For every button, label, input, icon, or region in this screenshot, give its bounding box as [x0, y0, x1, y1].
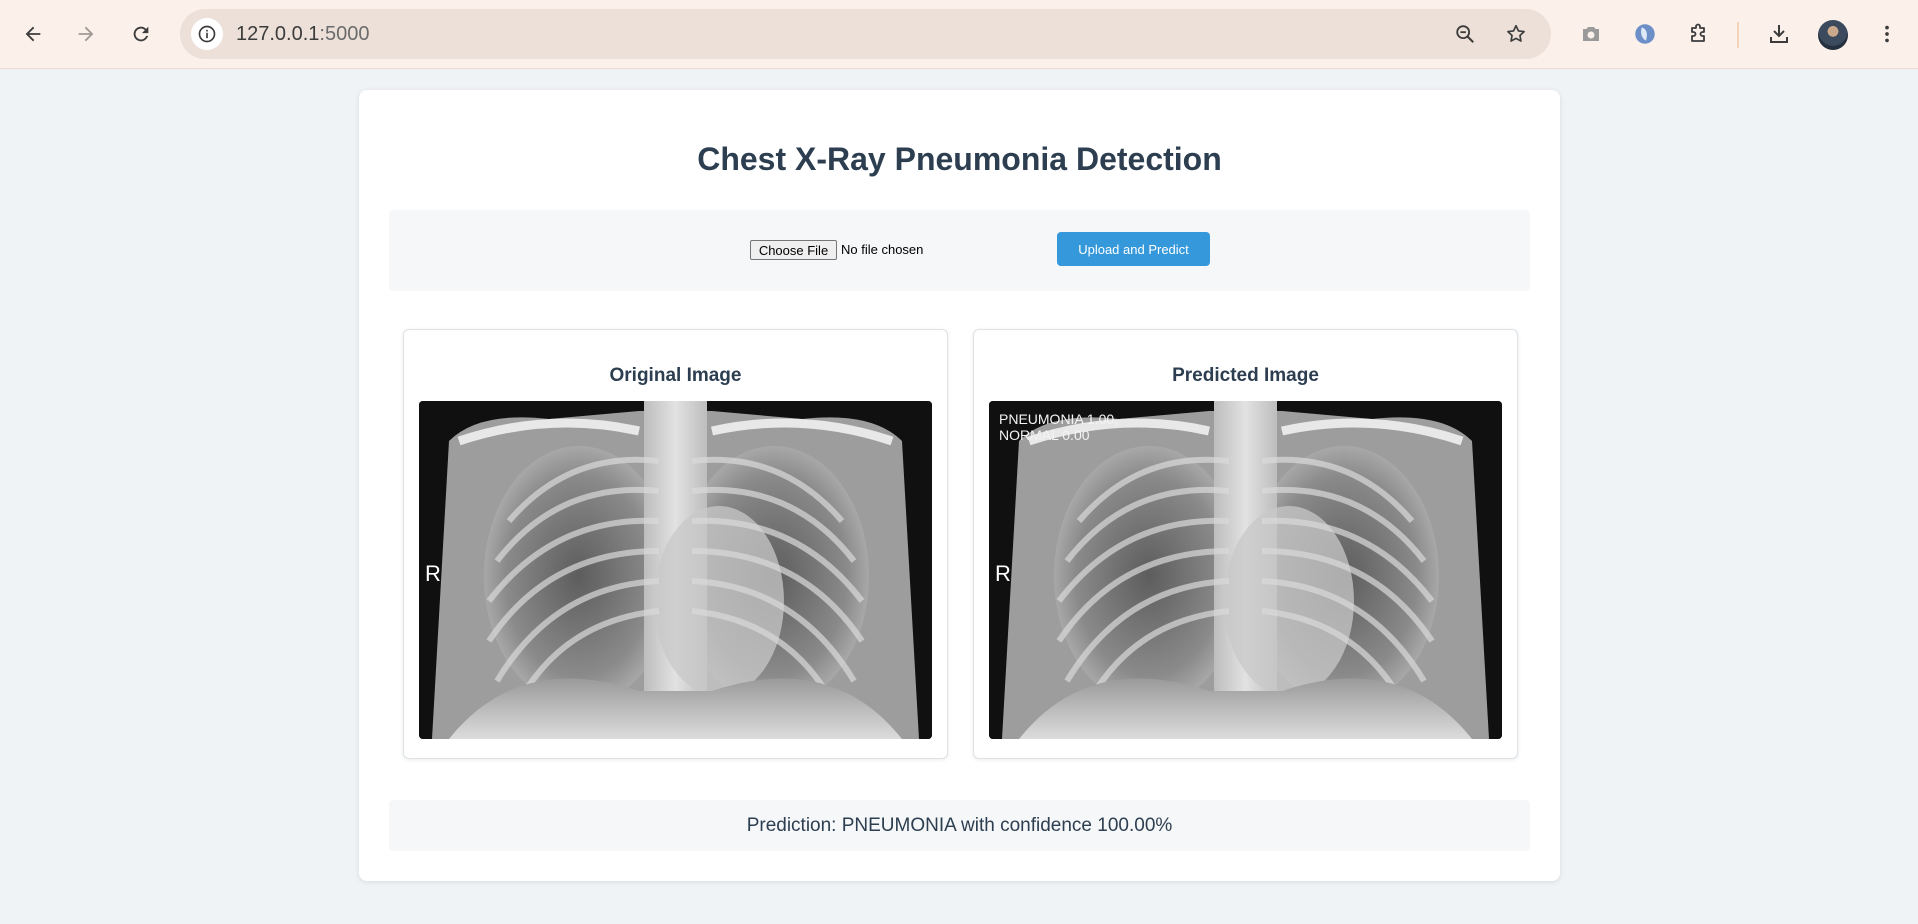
forward-button[interactable] — [66, 14, 106, 54]
toolbar-divider — [1737, 22, 1739, 48]
more-vert-icon — [1885, 25, 1889, 43]
original-xray-image: R — [419, 401, 932, 739]
download-icon — [1770, 25, 1788, 43]
extensions-menu-button[interactable] — [1682, 17, 1716, 51]
back-button[interactable] — [13, 14, 53, 54]
profile-avatar[interactable] — [1818, 20, 1848, 50]
address-bar[interactable]: 127.0.0.1:5000 — [180, 9, 1551, 59]
reload-icon — [133, 26, 149, 42]
downloads-button[interactable] — [1762, 17, 1796, 51]
forward-arrow-icon — [78, 26, 94, 42]
info-icon — [198, 25, 216, 43]
upload-form: Choose File No file chosen Upload and Pr… — [389, 210, 1530, 291]
site-info-button[interactable] — [191, 18, 223, 50]
url-port: :5000 — [319, 23, 370, 45]
side-marker-label: R — [995, 561, 1011, 586]
browser-toolbar: 127.0.0.1:5000 — [0, 0, 1918, 69]
main-card: Chest X-Ray Pneumonia Detection Choose F… — [359, 90, 1560, 881]
extension-button[interactable] — [1628, 17, 1662, 51]
prediction-overlay: PNEUMONIA 1.00, NORMAL 0.00 — [999, 411, 1118, 443]
url-host: 127.0.0.1 — [236, 23, 320, 45]
bookmark-button[interactable] — [1501, 19, 1531, 49]
page-title: Chest X-Ray Pneumonia Detection — [697, 141, 1222, 177]
reload-button[interactable] — [121, 14, 161, 54]
predicted-xray-image: R PNEUMONIA 1.00, NORMAL 0.00 — [989, 401, 1502, 739]
predicted-image-panel: Predicted Image R PNEUMONIA 1.00, NORMAL… — [973, 329, 1518, 759]
url-text: 127.0.0.1:5000 — [236, 23, 369, 46]
prediction-result: Prediction: PNEUMONIA with confidence 10… — [389, 800, 1530, 851]
screenshot-extension-button[interactable] — [1574, 17, 1608, 51]
upload-and-predict-button[interactable]: Upload and Predict — [1057, 232, 1210, 266]
star-icon — [1507, 24, 1525, 42]
original-image-panel: Original Image R — [403, 329, 948, 759]
browser-menu-button[interactable] — [1870, 17, 1904, 51]
zoom-button[interactable] — [1450, 19, 1480, 49]
back-arrow-icon — [25, 26, 41, 42]
choose-file-button[interactable]: Choose File — [750, 240, 837, 260]
camera-icon — [1583, 27, 1599, 41]
zoom-out-icon — [1456, 25, 1474, 43]
side-marker-label: R — [425, 561, 441, 586]
overlay-normal-score: NORMAL 0.00 — [999, 427, 1090, 443]
extension-logo-icon — [1635, 24, 1655, 44]
file-status-text: No file chosen — [841, 242, 924, 257]
puzzle-icon — [1691, 23, 1705, 42]
original-image-heading: Original Image — [609, 365, 742, 386]
overlay-pneumonia-score: PNEUMONIA 1.00, — [999, 411, 1119, 427]
predicted-image-heading: Predicted Image — [1172, 365, 1319, 386]
